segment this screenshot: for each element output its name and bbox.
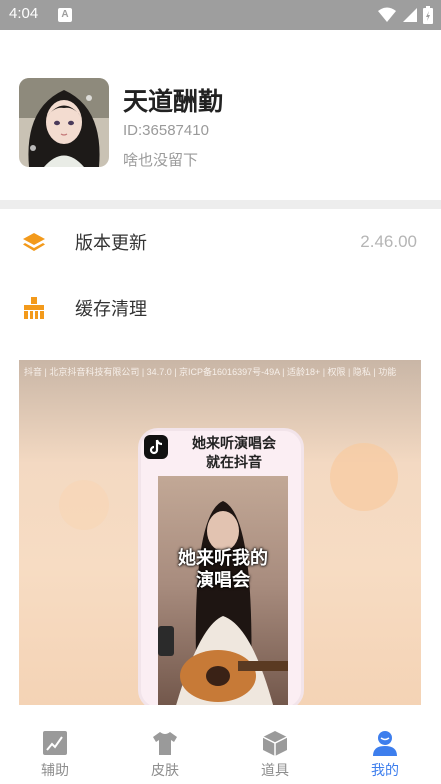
ad-banner[interactable]: 抖音 | 北京抖音科技有限公司 | 34.7.0 | 京ICP备16016397… <box>19 360 421 705</box>
ad-headline-line: 她来听演唱会 <box>192 436 276 452</box>
user-bio: 啥也没留下 <box>123 151 199 169</box>
avatar[interactable] <box>19 78 109 167</box>
box-icon <box>262 731 288 756</box>
tab-label: 皮肤 <box>151 763 179 779</box>
ad-disclaimer: 抖音 | 北京抖音科技有限公司 | 34.7.0 | 京ICP备16016397… <box>24 367 397 377</box>
menu-item-version-update[interactable]: 版本更新 2.46.00 <box>0 210 441 274</box>
user-id: ID:36587410 <box>123 122 209 139</box>
menu-item-clear-cache[interactable]: 缓存清理 <box>0 276 441 340</box>
ad-phone-mockup: 她来听演唱会 就在抖音 她来听我的 演唱会 <box>138 428 304 705</box>
tab-label: 我的 <box>371 763 399 779</box>
wifi-icon <box>378 7 396 22</box>
tshirt-icon <box>153 732 177 755</box>
tab-props[interactable]: 道具 <box>220 712 330 784</box>
status-bar: 4:04 A <box>0 0 441 30</box>
tab-mine[interactable]: 我的 <box>330 712 440 784</box>
tab-label: 道具 <box>261 763 289 779</box>
signal-icon <box>403 8 417 22</box>
menu-item-label: 缓存清理 <box>75 299 147 320</box>
layers-icon <box>23 233 45 251</box>
profile-header: 天道酬勤 ID:36587410 啥也没留下 <box>0 30 441 200</box>
menu-item-label: 版本更新 <box>75 233 147 254</box>
image-icon <box>43 731 67 755</box>
ad-video: 她来听我的 演唱会 <box>158 476 288 705</box>
tab-skin[interactable]: 皮肤 <box>110 712 220 784</box>
tab-helper[interactable]: 辅助 <box>0 712 110 784</box>
ad-video-caption: 她来听我的 演唱会 <box>158 548 288 592</box>
ad-video-caption-line: 她来听我的 <box>178 548 268 569</box>
battery-icon <box>423 6 433 24</box>
ad-video-caption-line: 演唱会 <box>196 570 250 591</box>
notification-icon: A <box>58 8 72 22</box>
user-icon <box>373 731 397 756</box>
section-divider <box>0 200 441 209</box>
version-number: 2.46.00 <box>360 232 417 251</box>
ad-headline-line: 就在抖音 <box>206 455 262 471</box>
username: 天道酬勤 <box>123 87 224 116</box>
tab-label: 辅助 <box>41 763 69 779</box>
ad-decoration <box>59 480 109 530</box>
status-icons <box>378 6 433 24</box>
broom-icon <box>24 297 44 319</box>
ad-headline: 她来听演唱会 就在抖音 <box>169 435 299 473</box>
tiktok-logo-icon <box>144 435 168 459</box>
ad-decoration <box>330 443 398 511</box>
bottom-nav: 辅助 皮肤 道具 我的 <box>0 712 441 784</box>
status-time: 4:04 <box>9 5 39 22</box>
